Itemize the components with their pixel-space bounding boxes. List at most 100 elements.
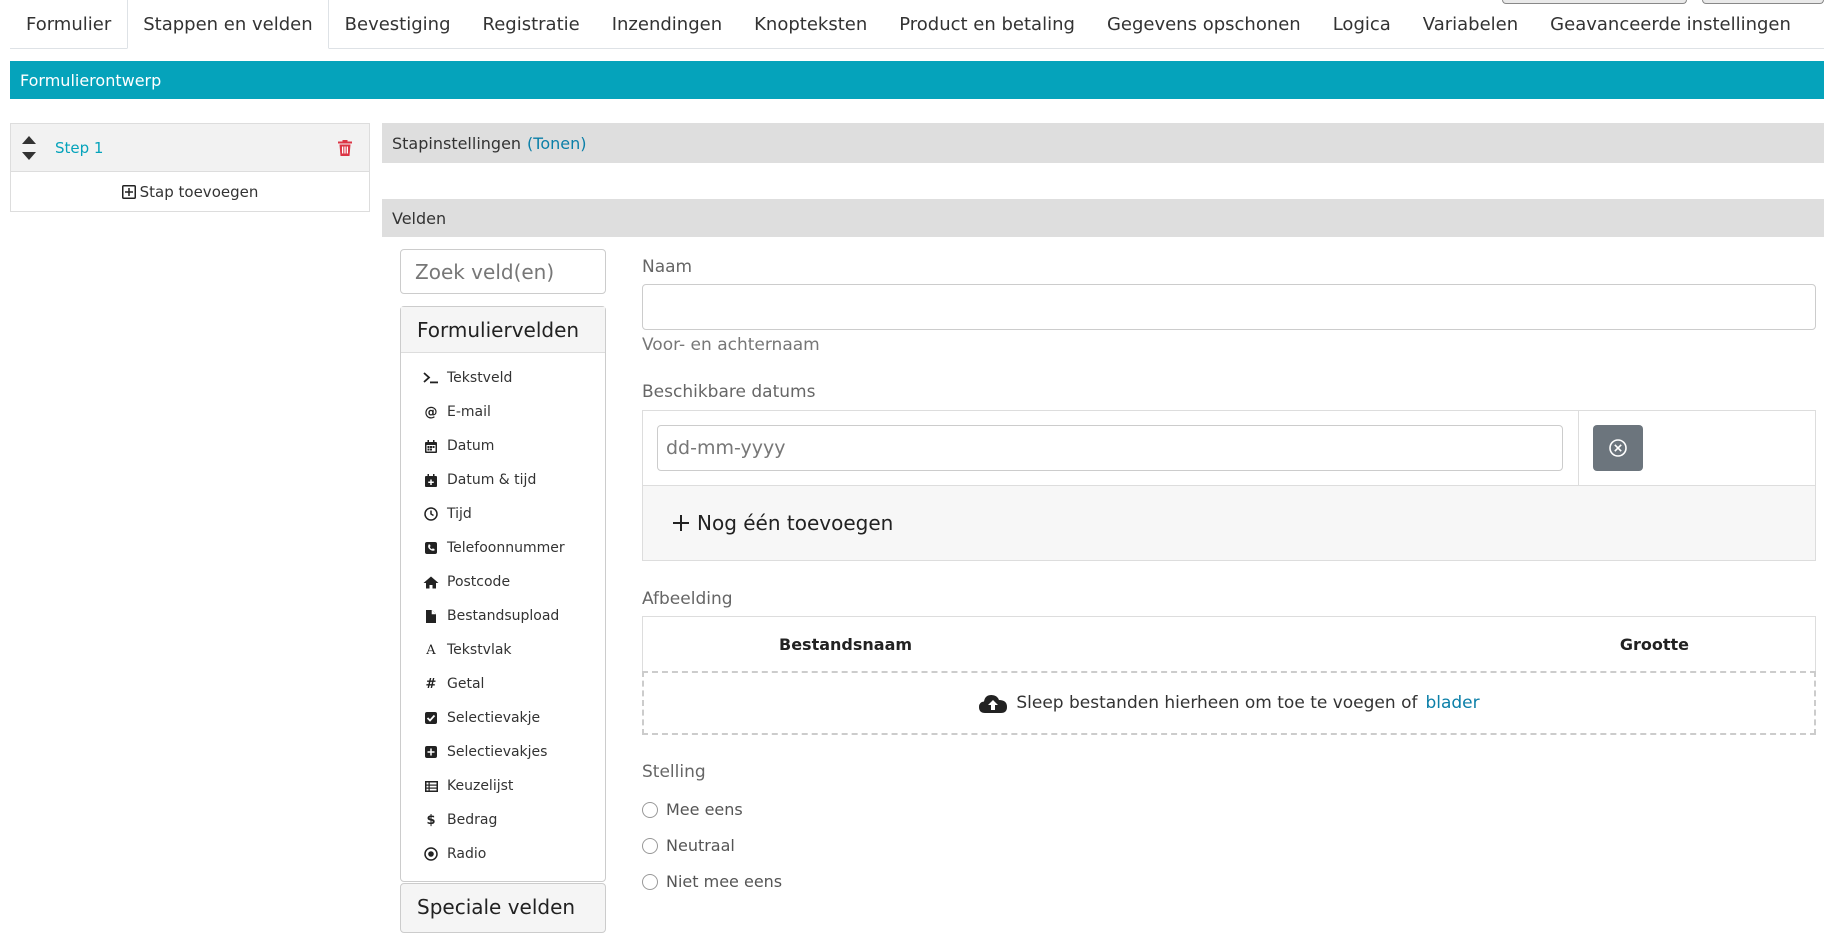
tab-logica[interactable]: Logica [1317, 0, 1407, 48]
at-icon: @ [424, 404, 438, 420]
palette-item-label: Radio [447, 846, 487, 862]
dot-circle-icon [421, 847, 441, 861]
file-table-header: Bestandsnaam Grootte [642, 616, 1816, 672]
date-row [643, 411, 1815, 486]
tab-geavanceerde-instellingen[interactable]: Geavanceerde instellingen [1534, 0, 1807, 48]
radio-niet-mee-eens[interactable]: Niet mee eens [642, 872, 782, 891]
step-settings-toggle[interactable]: (Tonen) [527, 134, 586, 153]
special-fields-title[interactable]: Speciale velden [401, 884, 605, 930]
phone-icon [421, 542, 441, 554]
palette-item-label: Tekstvlak [447, 642, 512, 658]
palette-item-selectievakje[interactable]: Selectievakje [401, 701, 605, 735]
radio-label: Niet mee eens [666, 872, 783, 891]
palette-item-tekstveld[interactable]: Tekstveld [401, 361, 605, 395]
palette-item-label: Selectievakjes [447, 744, 548, 760]
radio-circle[interactable] [642, 873, 658, 890]
sort-icon[interactable] [21, 135, 37, 161]
palette-item-selectievakjes[interactable]: Selectievakjes [401, 735, 605, 769]
radio-label: Mee eens [666, 800, 743, 819]
file-dropzone[interactable]: Sleep bestanden hierheen om toe te voege… [642, 671, 1816, 735]
tab-stappen-en-velden[interactable]: Stappen en velden [127, 0, 329, 49]
dropzone-text: Sleep bestanden hierheen om toe te voege… [1016, 693, 1418, 713]
palette-item-getal[interactable]: # Getal [401, 667, 605, 701]
fields-section-label: Velden [392, 208, 447, 228]
plus-square-icon [421, 746, 441, 758]
header-title: Formulierontwerp [20, 70, 162, 90]
add-date-label: Nog één toevoegen [697, 511, 894, 535]
radio-circle[interactable] [642, 837, 658, 854]
palette-item-label: Telefoonnummer [447, 540, 565, 556]
col-size: Grootte [1619, 635, 1689, 654]
palette-item-label: Keuzelijst [447, 778, 514, 794]
tab-gegevens-opschonen[interactable]: Gegevens opschonen [1091, 0, 1317, 48]
tab-inzendingen[interactable]: Inzendingen [596, 0, 738, 48]
add-step-button[interactable]: Stap toevoegen [11, 172, 369, 212]
tab-registratie[interactable]: Registratie [467, 0, 596, 48]
times-circle-icon [1609, 439, 1627, 457]
tab-formulier[interactable]: Formulier [10, 0, 127, 48]
clock-icon [421, 507, 441, 521]
list-table-icon [421, 780, 441, 792]
tab-product-en-betaling[interactable]: Product en betaling [883, 0, 1091, 48]
palette-item-radio[interactable]: Radio [401, 837, 605, 871]
font-icon: A [426, 642, 436, 658]
palette-item-e-mail[interactable]: @ E-mail [401, 395, 605, 429]
dollar-icon: $ [426, 812, 436, 828]
terminal-icon [421, 372, 441, 384]
palette-item-bedrag[interactable]: $ Bedrag [401, 803, 605, 837]
palette-item-datum-tijd[interactable]: Datum & tijd [401, 463, 605, 497]
step-item[interactable]: Step 1 [11, 124, 369, 172]
special-fields-palette: Speciale velden [400, 883, 606, 933]
palette-item-bestandsupload[interactable]: Bestandsupload [401, 599, 605, 633]
name-input[interactable] [642, 284, 1816, 330]
fields-section-bar: Velden [382, 199, 1824, 237]
palette-item-keuzelijst[interactable]: Keuzelijst [401, 769, 605, 803]
radio-label: Neutraal [666, 836, 735, 855]
date-input[interactable] [657, 425, 1563, 471]
tab-knopteksten[interactable]: Knopteksten [738, 0, 883, 48]
palette-item-label: Getal [447, 676, 485, 692]
step-settings-bar: Stapinstellingen (Tonen) [382, 123, 1824, 163]
col-filename: Bestandsnaam [779, 635, 913, 654]
file-icon [421, 609, 441, 623]
palette-item-telefoonnummer[interactable]: Telefoonnummer [401, 531, 605, 565]
date-divider [1578, 411, 1579, 486]
tab-bevestiging[interactable]: Bevestiging [329, 0, 467, 48]
name-label: Naam [642, 257, 693, 277]
remove-date-button[interactable] [1593, 425, 1643, 471]
form-fields-palette: Formuliervelden Tekstveld @ E-mail Datum… [400, 306, 606, 882]
home-icon [421, 576, 441, 589]
name-help-text: Voor- en achternaam [642, 335, 820, 355]
palette-item-label: E-mail [447, 404, 491, 420]
palette-item-postcode[interactable]: Postcode [401, 565, 605, 599]
palette-item-datum[interactable]: Datum [401, 429, 605, 463]
plus-square-icon [121, 185, 136, 199]
palette-item-label: Tijd [447, 506, 472, 522]
palette-item-label: Tekstveld [447, 370, 513, 386]
calendar-icon [421, 439, 441, 453]
plus-icon [673, 515, 689, 531]
calendar-plus-icon [421, 473, 441, 487]
palette-item-label: Datum [447, 438, 495, 454]
radio-circle[interactable] [642, 801, 658, 818]
check-square-icon [421, 712, 441, 724]
field-search-input[interactable] [400, 249, 606, 294]
radio-mee-eens[interactable]: Mee eens [642, 800, 743, 819]
radio-neutraal[interactable]: Neutraal [642, 836, 735, 855]
palette-item-tekstvlak[interactable]: A Tekstvlak [401, 633, 605, 667]
tab-bar: Formulier Stappen en velden Bevestiging … [10, 0, 1824, 49]
dates-repeater: Nog één toevoegen [642, 410, 1816, 561]
palette-list: Tekstveld @ E-mail Datum Datum & tijd Ti… [401, 353, 605, 871]
trash-icon[interactable] [337, 140, 353, 156]
form-design-header: Formulierontwerp [10, 61, 1824, 99]
palette-title[interactable]: Formuliervelden [401, 307, 605, 353]
add-date-button[interactable]: Nog één toevoegen [643, 486, 1815, 560]
step-settings-label: Stapinstellingen [392, 133, 522, 153]
step-label[interactable]: Step 1 [55, 139, 103, 157]
palette-item-tijd[interactable]: Tijd [401, 497, 605, 531]
tab-variabelen[interactable]: Variabelen [1407, 0, 1534, 48]
browse-link[interactable]: blader [1425, 693, 1479, 713]
add-step-label: Stap toevoegen [139, 183, 259, 201]
cloud-upload-icon [979, 695, 1008, 713]
palette-item-label: Bedrag [447, 812, 498, 828]
